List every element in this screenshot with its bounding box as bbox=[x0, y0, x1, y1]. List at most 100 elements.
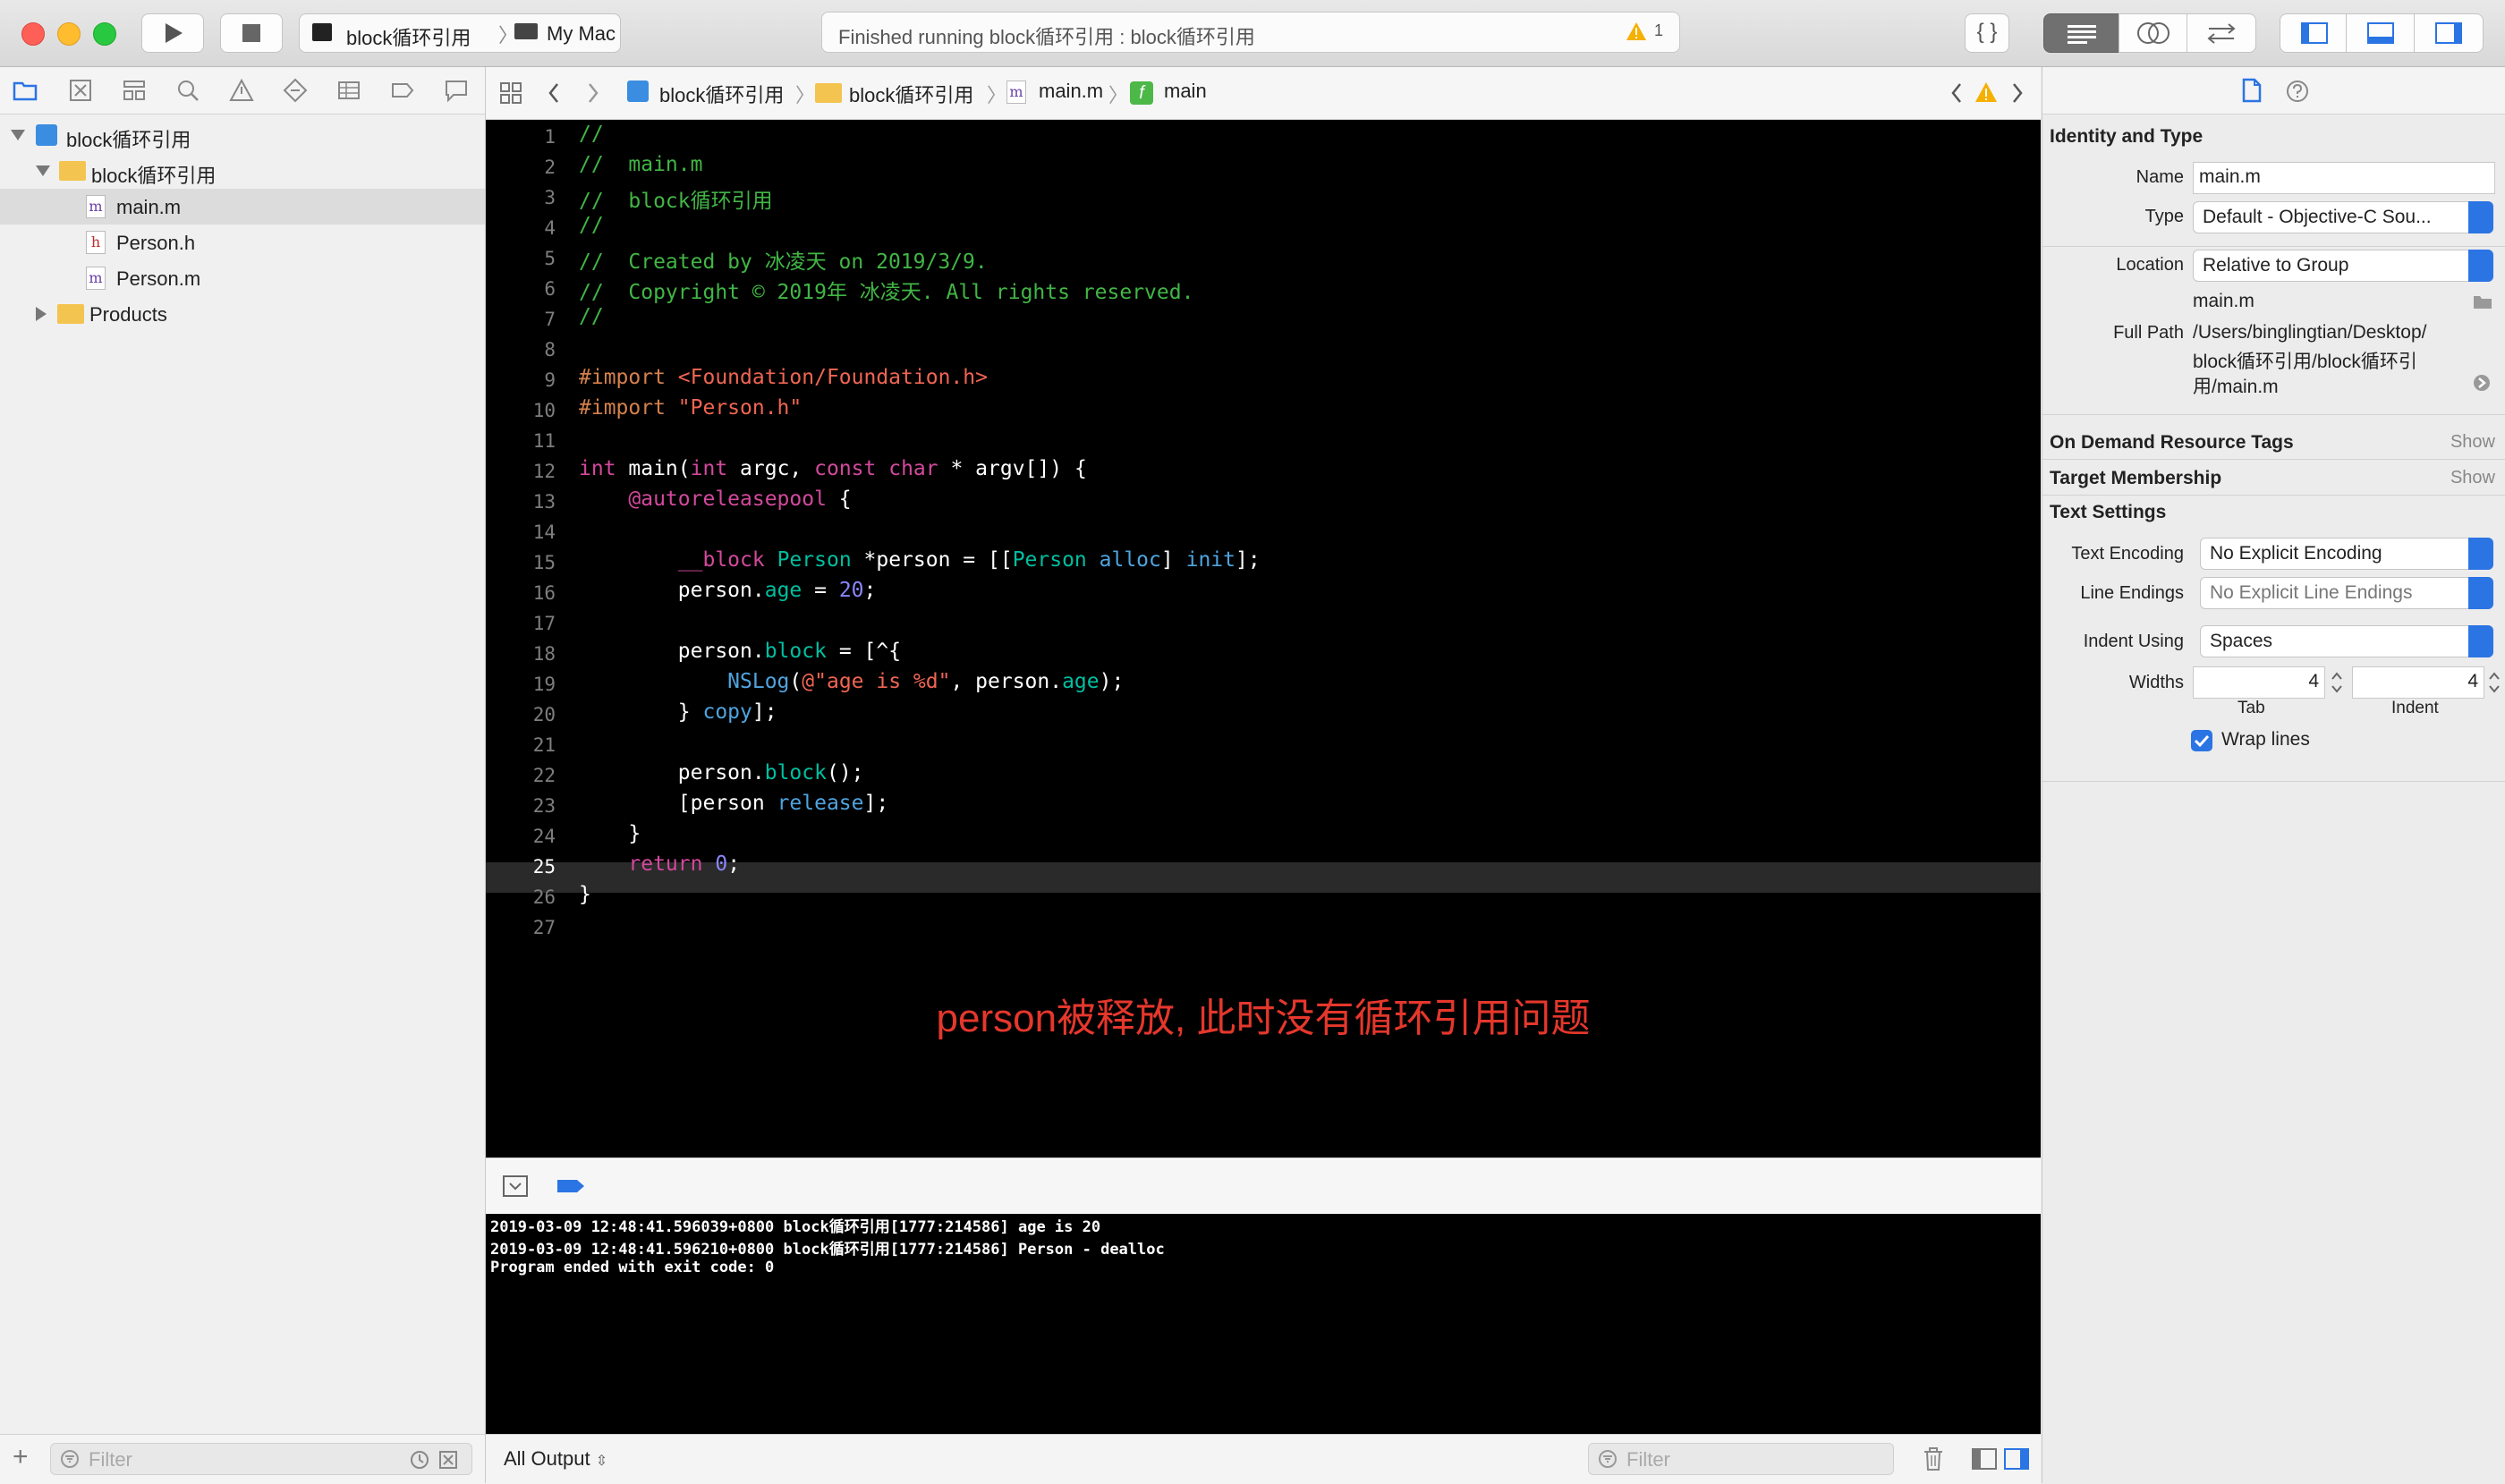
issue-navigator-icon[interactable] bbox=[229, 78, 254, 103]
tree-item-group[interactable]: block循环引用 bbox=[0, 153, 485, 189]
related-items-icon[interactable] bbox=[498, 81, 523, 106]
assistant-editor-button[interactable] bbox=[2119, 13, 2188, 53]
modified-files-icon[interactable] bbox=[437, 1449, 459, 1471]
tree-item-main-m[interactable]: m main.m bbox=[0, 189, 485, 225]
folder-icon[interactable] bbox=[2472, 293, 2493, 310]
target-membership-show-button[interactable]: Show bbox=[2450, 468, 2495, 488]
breadcrumb-group[interactable]: block循环引用 bbox=[849, 80, 973, 108]
breadcrumb-project[interactable]: block循环引用 bbox=[659, 80, 784, 108]
back-arrow-icon[interactable] bbox=[545, 81, 563, 106]
tree-item-person-m[interactable]: m Person.m bbox=[0, 260, 485, 296]
output-selector[interactable]: All Output ⇳ bbox=[504, 1447, 607, 1471]
minimize-window-button[interactable] bbox=[57, 22, 81, 46]
show-variables-icon[interactable] bbox=[1971, 1447, 1998, 1471]
disclosure-open-icon[interactable] bbox=[36, 165, 50, 176]
console-line: 2019-03-09 12:48:41.596039+0800 block循环引… bbox=[490, 1218, 1101, 1236]
output-selector-label: All Output bbox=[504, 1447, 590, 1470]
name-field[interactable]: main.m bbox=[2193, 162, 2495, 194]
wrap-lines-checkbox[interactable] bbox=[2191, 730, 2212, 751]
warning-icon[interactable] bbox=[1974, 81, 1998, 103]
show-console-icon[interactable] bbox=[2003, 1447, 2030, 1471]
code-line-5: // Created by 冰凌天 on 2019/3/9. bbox=[579, 250, 988, 274]
toggle-navigator-button[interactable] bbox=[2280, 13, 2348, 53]
add-icon[interactable]: + bbox=[13, 1442, 29, 1472]
code-line-23: [person release]; bbox=[579, 792, 889, 815]
code-line-10: #import "Person.h" bbox=[579, 396, 802, 420]
report-navigator-icon[interactable] bbox=[444, 78, 469, 103]
debug-navigator-icon[interactable] bbox=[336, 78, 361, 103]
widths-label: Widths bbox=[2128, 673, 2184, 692]
console-filter-field[interactable]: Filter bbox=[1588, 1443, 1894, 1475]
breakpoint-navigator-icon[interactable] bbox=[390, 78, 415, 103]
disclosure-closed-icon[interactable] bbox=[36, 307, 47, 321]
chevron-right-icon: 〉 bbox=[1108, 84, 1129, 106]
tab-width-stepper-icon[interactable] bbox=[2329, 668, 2345, 697]
search-icon[interactable] bbox=[175, 78, 200, 103]
line-endings-popup[interactable]: No Explicit Line Endings bbox=[2200, 577, 2493, 609]
source-editor[interactable]: // // main.m // block循环引用 // // Created … bbox=[486, 120, 2041, 1158]
line-number: 13 bbox=[532, 491, 556, 513]
standard-editor-button[interactable] bbox=[2043, 13, 2120, 53]
disclosure-open-icon[interactable] bbox=[11, 130, 25, 140]
line-number: 14 bbox=[532, 522, 556, 543]
stop-button[interactable] bbox=[220, 13, 283, 53]
warning-icon[interactable] bbox=[1626, 21, 1647, 41]
code-line-22: person.block(); bbox=[579, 761, 864, 784]
line-number: 17 bbox=[532, 613, 556, 634]
next-issue-icon[interactable] bbox=[2008, 81, 2026, 106]
version-editor-button[interactable] bbox=[2187, 13, 2256, 53]
updown-chevron-icon bbox=[2468, 538, 2493, 570]
location-popup[interactable]: Relative to Group bbox=[2193, 250, 2493, 282]
line-number: 2 bbox=[544, 157, 556, 178]
tab-width-field[interactable]: 4 bbox=[2193, 666, 2325, 699]
type-value: Default - Objective-C Sou... bbox=[2203, 207, 2432, 227]
source-control-icon[interactable] bbox=[68, 78, 93, 103]
text-settings-section-title: Text Settings bbox=[2050, 502, 2167, 522]
text-encoding-popup[interactable]: No Explicit Encoding bbox=[2200, 538, 2493, 570]
line-number: 26 bbox=[532, 886, 556, 908]
indent-width-stepper-icon[interactable] bbox=[2486, 668, 2502, 697]
breadcrumb-function[interactable]: main bbox=[1164, 80, 1207, 103]
file-inspector-icon[interactable] bbox=[2241, 78, 2263, 103]
zoom-window-button[interactable] bbox=[93, 22, 116, 46]
location-value: Relative to Group bbox=[2203, 255, 2349, 276]
code-line-13: @autoreleasepool { bbox=[628, 488, 852, 511]
inspector-tabs bbox=[2042, 67, 2505, 114]
run-button[interactable] bbox=[141, 13, 204, 53]
indent-using-popup[interactable]: Spaces bbox=[2200, 625, 2493, 657]
on-demand-show-button[interactable]: Show bbox=[2450, 432, 2495, 453]
hide-debug-area-icon[interactable] bbox=[502, 1174, 529, 1198]
tree-item-label: main.m bbox=[116, 196, 182, 218]
tree-item-project[interactable]: block循环引用 bbox=[0, 117, 485, 153]
filter-placeholder: Filter bbox=[1626, 1448, 1670, 1471]
scheme-selector[interactable]: block循环引用 〉 My Mac bbox=[299, 13, 621, 53]
toggle-debug-area-button[interactable] bbox=[2346, 13, 2416, 53]
help-icon[interactable] bbox=[2286, 80, 2309, 103]
previous-issue-icon[interactable] bbox=[1948, 81, 1966, 106]
code-line-15: __block Person *person = [[Person alloc]… bbox=[677, 548, 1261, 572]
close-window-button[interactable] bbox=[21, 22, 45, 46]
line-number: 4 bbox=[544, 217, 556, 239]
recent-files-icon[interactable] bbox=[409, 1449, 430, 1471]
tree-item-products[interactable]: Products bbox=[0, 296, 485, 332]
line-number: 16 bbox=[532, 582, 556, 604]
symbol-navigator-icon[interactable] bbox=[122, 78, 147, 103]
line-number: 9 bbox=[544, 369, 556, 391]
line-number: 18 bbox=[532, 643, 556, 665]
breakpoints-toggle-icon[interactable] bbox=[556, 1178, 586, 1194]
test-navigator-icon[interactable] bbox=[283, 78, 308, 103]
lines-icon bbox=[2068, 25, 2096, 44]
indent-width-field[interactable]: 4 bbox=[2352, 666, 2484, 699]
right-panel-icon bbox=[2435, 22, 2462, 44]
library-button[interactable]: { } bbox=[1965, 13, 2009, 53]
toggle-inspector-button[interactable] bbox=[2414, 13, 2484, 53]
reveal-in-finder-icon[interactable] bbox=[2472, 373, 2492, 393]
console-output[interactable]: 2019-03-09 12:48:41.596039+0800 block循环引… bbox=[486, 1214, 2041, 1434]
breadcrumb-file[interactable]: main.m bbox=[1039, 80, 1103, 103]
folder-icon[interactable] bbox=[13, 78, 38, 103]
trash-icon[interactable] bbox=[1921, 1446, 1946, 1472]
type-popup[interactable]: Default - Objective-C Sou... bbox=[2193, 201, 2493, 233]
forward-arrow-icon[interactable] bbox=[584, 81, 602, 106]
tree-item-person-h[interactable]: h Person.h bbox=[0, 225, 485, 260]
navigator-filter-field[interactable]: Filter bbox=[50, 1443, 472, 1475]
